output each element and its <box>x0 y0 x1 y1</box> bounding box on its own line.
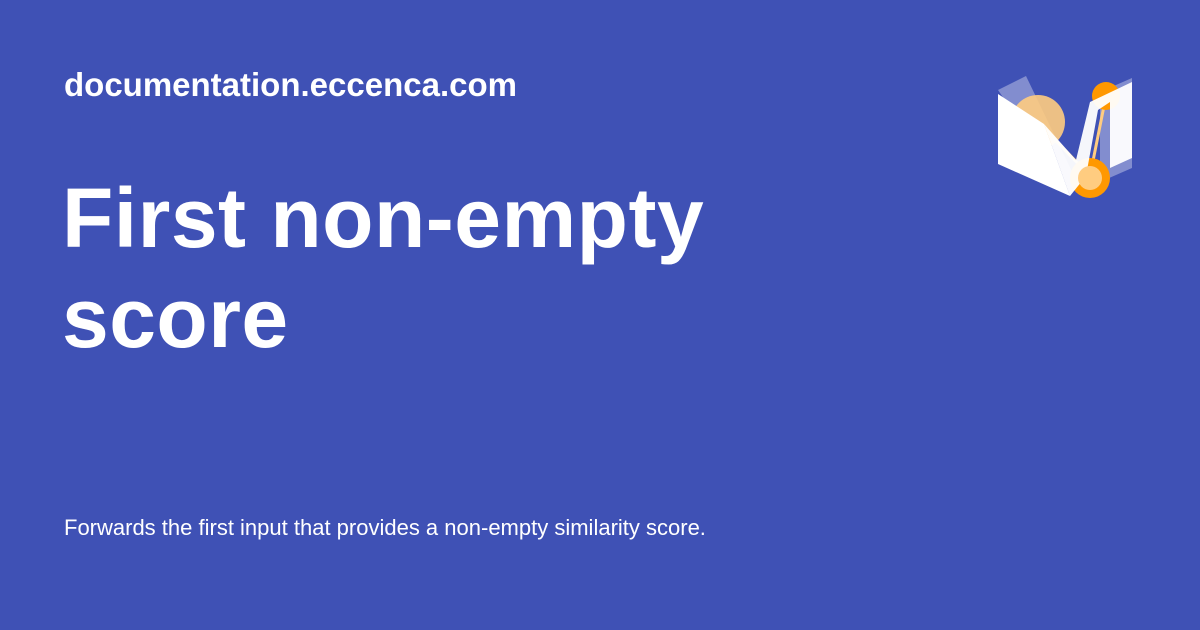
page-description: Forwards the first input that provides a… <box>64 515 706 540</box>
site-name: documentation.eccenca.com <box>64 66 517 103</box>
eccenca-logo-icon <box>998 76 1132 198</box>
page-title: First non-empty score <box>62 171 705 365</box>
